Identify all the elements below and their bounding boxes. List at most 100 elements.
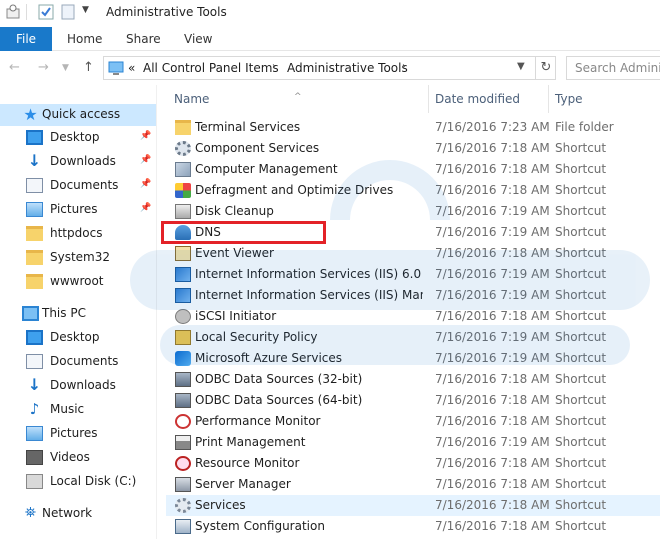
file-row[interactable]: ODBC Data Sources (32-bit) 7/16/2016 7:18… xyxy=(166,369,660,390)
nav-item-downloads[interactable]: ↓ Downloads 📌 xyxy=(0,151,156,173)
nav-item-label: System32 xyxy=(50,250,111,264)
nav-item-system32[interactable]: System32 xyxy=(0,247,156,269)
tab-home[interactable]: Home xyxy=(67,27,102,51)
file-date-modified: 7/16/2016 7:19 AM xyxy=(435,204,550,218)
nav-item-documents[interactable]: Documents xyxy=(0,351,156,373)
nav-item-httpdocs[interactable]: httpdocs xyxy=(0,223,156,245)
nav-item-pictures[interactable]: Pictures xyxy=(0,423,156,445)
file-date-modified: 7/16/2016 7:18 AM xyxy=(435,372,550,386)
file-row[interactable]: Internet Information Services (IIS) Mana… xyxy=(166,285,660,306)
file-row[interactable]: Microsoft Azure Services 7/16/2016 7:19 A… xyxy=(166,348,660,369)
tab-file[interactable]: File xyxy=(0,27,52,51)
services-icon xyxy=(175,498,191,513)
file-date-modified: 7/16/2016 7:18 AM xyxy=(435,141,550,155)
address-bar[interactable]: « All Control Panel Items › Administrati… xyxy=(103,56,556,80)
column-header-date-modified[interactable]: Date modified xyxy=(435,92,520,106)
nav-item-local-disk-c[interactable]: Local Disk (C:) xyxy=(0,471,156,493)
column-header-type[interactable]: Type xyxy=(555,92,583,106)
file-name: Server Manager xyxy=(195,477,291,491)
pin-icon[interactable]: 📌 xyxy=(140,155,151,165)
odbc-icon xyxy=(175,372,191,387)
nav-item-downloads[interactable]: ↓ Downloads xyxy=(0,375,156,397)
nav-item-label: Network xyxy=(42,506,93,520)
nav-item-network[interactable]: ⛯ Network xyxy=(0,503,156,525)
file-row[interactable]: System Configuration 7/16/2016 7:18 AM Sho… xyxy=(166,516,660,537)
nav-item-desktop[interactable]: Desktop xyxy=(0,327,156,349)
file-row[interactable]: Terminal Services 7/16/2016 7:23 AM File f… xyxy=(166,117,660,138)
nav-item-label: This PC xyxy=(42,306,86,320)
file-name: Resource Monitor xyxy=(195,456,300,470)
forward-arrow-icon[interactable]: → xyxy=(38,60,49,75)
security-policy-icon xyxy=(175,330,191,345)
file-date-modified: 7/16/2016 7:19 AM xyxy=(435,267,550,281)
nav-item-this-pc[interactable]: This PC xyxy=(0,303,156,325)
nav-item-documents[interactable]: Documents 📌 xyxy=(0,175,156,197)
file-date-modified: 7/16/2016 7:18 AM xyxy=(435,162,550,176)
column-separator[interactable] xyxy=(548,85,549,113)
nav-item-desktop[interactable]: Desktop 📌 xyxy=(0,127,156,149)
file-row[interactable]: Defragment and Optimize Drives 7/16/2016 … xyxy=(166,180,660,201)
file-row[interactable]: Resource Monitor 7/16/2016 7:18 AM Shortcu… xyxy=(166,453,660,474)
tab-share[interactable]: Share xyxy=(126,27,161,51)
pin-icon[interactable]: 📌 xyxy=(140,131,151,141)
star-icon: ★ xyxy=(23,105,38,124)
desktop-icon xyxy=(26,330,43,345)
nav-item-label: httpdocs xyxy=(50,226,103,240)
file-row[interactable]: iSCSI Initiator 7/16/2016 7:18 AM Shortcut xyxy=(166,306,660,327)
breadcrumb-chevron-icon[interactable]: › xyxy=(402,61,406,72)
nav-item-music[interactable]: ♪ Music xyxy=(0,399,156,421)
address-dropdown-chevron-icon[interactable]: ▼ xyxy=(517,61,525,72)
file-row[interactable]: Internet Information Services (IIS) 6.0 … xyxy=(166,264,660,285)
iscsi-icon xyxy=(175,309,191,324)
nav-item-wwwroot[interactable]: wwwroot xyxy=(0,271,156,293)
file-row[interactable]: Server Manager 7/16/2016 7:18 AM Shortcut xyxy=(166,474,660,495)
nav-item-videos[interactable]: Videos xyxy=(0,447,156,469)
tab-view[interactable]: View xyxy=(184,27,212,51)
file-date-modified: 7/16/2016 7:18 AM xyxy=(435,393,550,407)
file-type: Shortcut xyxy=(555,414,607,428)
nav-item-label: wwwroot xyxy=(50,274,104,288)
file-row[interactable]: Component Services 7/16/2016 7:18 AM Short… xyxy=(166,138,660,159)
pane-divider[interactable] xyxy=(156,85,157,539)
window-title: Administrative Tools xyxy=(106,5,227,19)
nav-item-pictures[interactable]: Pictures 📌 xyxy=(0,199,156,221)
new-document-icon[interactable] xyxy=(60,4,76,20)
column-separator[interactable] xyxy=(428,85,429,113)
customize-toolbar-chevron-icon[interactable]: ▼ xyxy=(82,5,89,15)
breadcrumb-overflow[interactable]: « xyxy=(128,61,135,75)
file-name: Internet Information Services (IIS) 6.0 … xyxy=(195,267,423,281)
refresh-icon[interactable]: ↻ xyxy=(535,57,556,79)
breadcrumb-chevron-icon[interactable]: › xyxy=(272,61,276,72)
pin-icon[interactable]: 📌 xyxy=(140,179,151,189)
file-row[interactable]: Computer Management 7/16/2016 7:18 AM Shor… xyxy=(166,159,660,180)
nav-item-label: Documents xyxy=(50,354,119,368)
file-type: Shortcut xyxy=(555,393,607,407)
breadcrumb-all-control-panel-items[interactable]: All Control Panel Items xyxy=(143,61,279,75)
nav-item-quick-access[interactable]: ★ Quick access xyxy=(0,104,156,126)
file-name: ODBC Data Sources (32-bit) xyxy=(195,372,363,386)
column-header-name[interactable]: Name xyxy=(174,92,209,106)
file-date-modified: 7/16/2016 7:18 AM xyxy=(435,414,550,428)
search-input[interactable]: Search Administrative Tools xyxy=(566,56,660,80)
file-row[interactable]: Print Management 7/16/2016 7:19 AM Shortcu… xyxy=(166,432,660,453)
file-date-modified: 7/16/2016 7:18 AM xyxy=(435,246,550,260)
sort-ascending-icon: ^ xyxy=(294,92,302,102)
file-type: Shortcut xyxy=(555,330,607,344)
breadcrumb-administrative-tools[interactable]: Administrative Tools xyxy=(287,61,408,75)
file-type: Shortcut xyxy=(555,372,607,386)
file-row[interactable]: Services 7/16/2016 7:18 AM Shortcut xyxy=(166,495,660,516)
file-row[interactable]: Disk Cleanup 7/16/2016 7:19 AM Shortcut xyxy=(166,201,660,222)
odbc-icon xyxy=(175,393,191,408)
file-type: Shortcut xyxy=(555,477,607,491)
file-row[interactable]: Performance Monitor 7/16/2016 7:18 AM Shor… xyxy=(166,411,660,432)
check-icon[interactable] xyxy=(38,4,54,20)
file-row[interactable]: Event Viewer 7/16/2016 7:18 AM Shortcut xyxy=(166,243,660,264)
file-row[interactable]: ODBC Data Sources (64-bit) 7/16/2016 7:18… xyxy=(166,390,660,411)
back-arrow-icon[interactable]: ← xyxy=(9,60,20,75)
recent-locations-chevron-icon[interactable]: ▼ xyxy=(62,63,69,73)
pin-icon[interactable]: 📌 xyxy=(140,203,151,213)
file-row[interactable]: Local Security Policy 7/16/2016 7:19 AM Sh… xyxy=(166,327,660,348)
properties-icon[interactable] xyxy=(5,4,21,20)
component-services-icon xyxy=(175,141,191,156)
up-arrow-icon[interactable]: ↑ xyxy=(83,60,94,75)
